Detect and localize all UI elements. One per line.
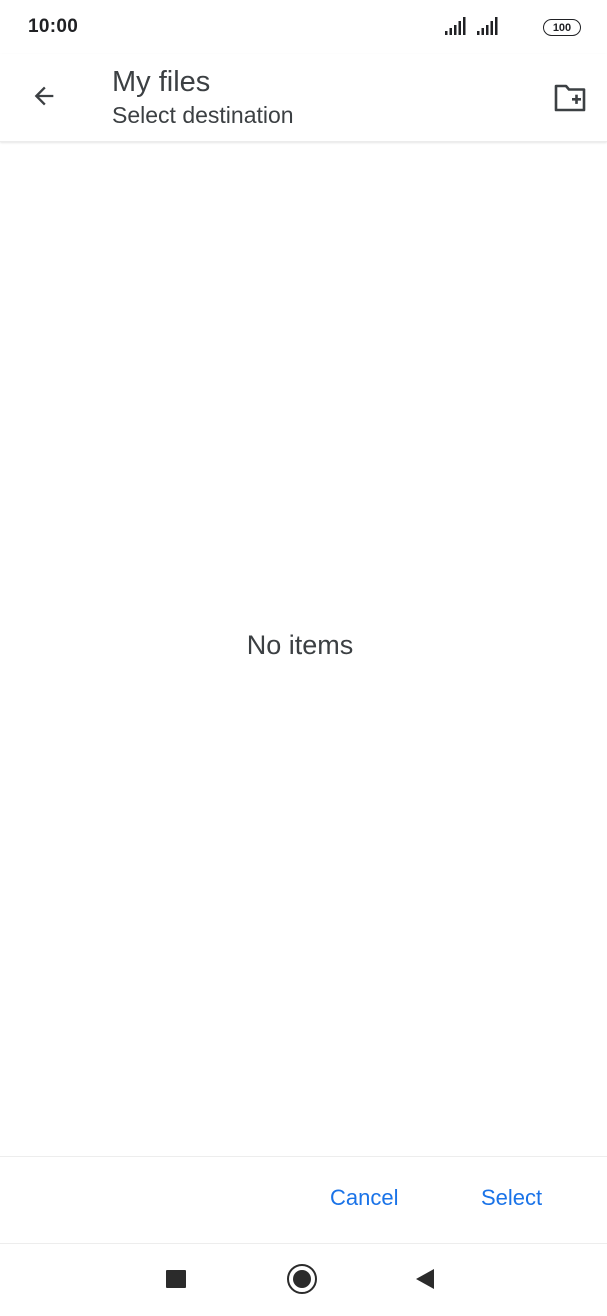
status-bar: 10:00 100 [0,0,607,54]
file-list-area: No items [0,142,607,1156]
arrow-back-icon [34,86,54,106]
system-nav-bar [0,1244,607,1316]
page-title: My files [112,66,211,98]
battery-icon: 100 [543,19,581,36]
battery-level: 100 [552,21,572,34]
signal-icon [477,17,498,35]
cancel-button[interactable]: Cancel [330,1185,398,1211]
title-block: My files Select destination [112,64,294,130]
recents-square-icon[interactable] [166,1270,186,1288]
create-new-folder-icon [554,84,586,112]
new-folder-button[interactable] [549,78,591,118]
empty-state-message: No items [246,630,354,660]
select-button[interactable]: Select [481,1185,542,1211]
status-time: 10:00 [28,16,79,37]
page-subtitle: Select destination [112,102,294,128]
home-dot [293,1270,311,1288]
back-button[interactable] [22,74,66,118]
file-picker-screen: 10:00 100 My files Select destination No… [0,0,607,1316]
action-bar: Cancel Select [0,1156,607,1244]
app-bar: My files Select destination [0,54,607,142]
home-circle-icon[interactable] [287,1264,317,1294]
signal-icon [445,17,466,35]
back-triangle-icon[interactable] [416,1269,434,1289]
